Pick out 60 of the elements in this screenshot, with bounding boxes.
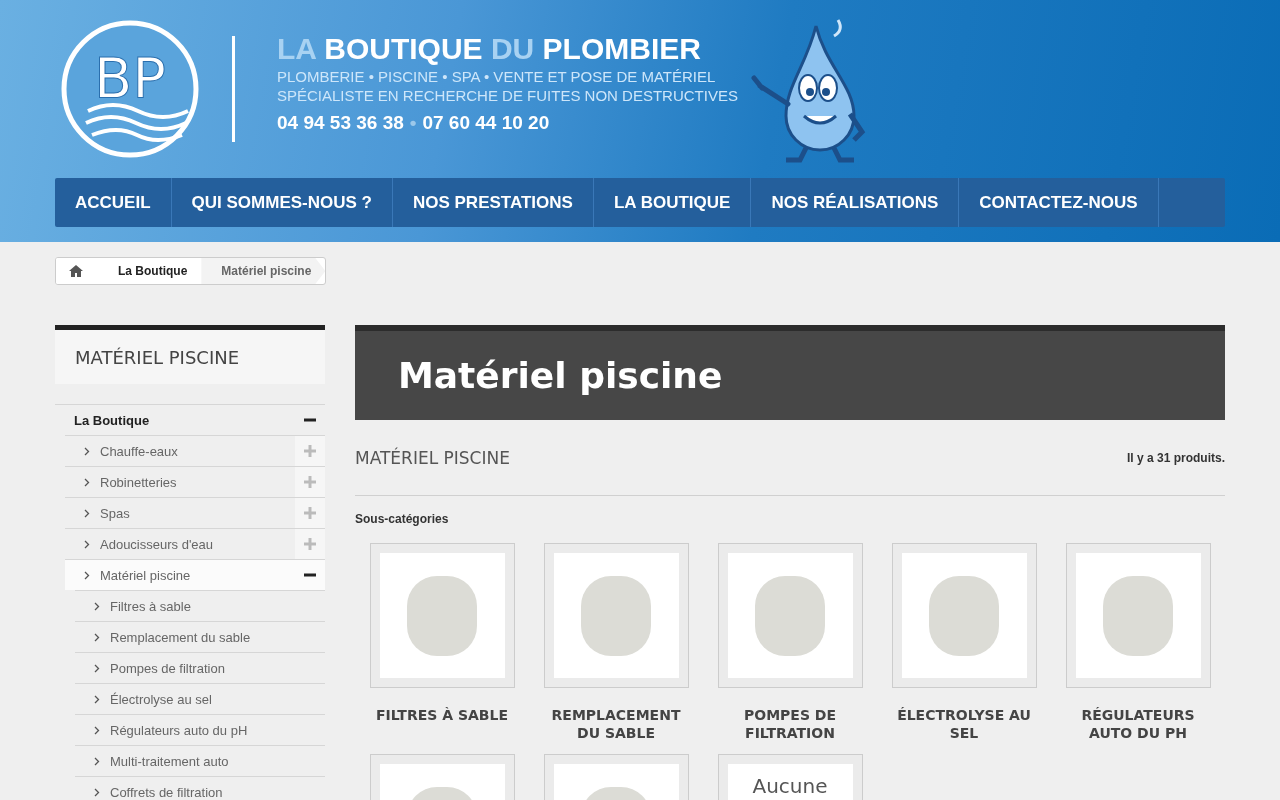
category-link[interactable]: Adoucisseurs d'eau bbox=[100, 536, 214, 552]
chevron-icon bbox=[94, 663, 100, 673]
chevron-icon bbox=[84, 446, 90, 456]
chevron-icon bbox=[84, 570, 90, 580]
chevron-icon bbox=[94, 756, 100, 766]
nav-link[interactable]: LA BOUTIQUE bbox=[593, 178, 752, 227]
placeholder-text: Aucune bbox=[752, 774, 828, 798]
subcategory-link[interactable]: REMPLACEMENT DU SABLE bbox=[546, 706, 686, 742]
chevron-icon bbox=[84, 508, 90, 518]
category-link[interactable]: Multi-traitement auto bbox=[110, 753, 229, 769]
subcategory-link[interactable]: POMPES DE FILTRATION bbox=[720, 706, 860, 742]
chevron-icon bbox=[84, 477, 90, 487]
category-link[interactable]: Matériel piscine bbox=[100, 567, 191, 583]
nav-link[interactable]: NOS PRESTATIONS bbox=[392, 178, 594, 227]
category-link[interactable]: Remplacement du sable bbox=[110, 629, 251, 645]
phone-number: 04 94 53 36 38 bbox=[277, 112, 404, 134]
product-photo-placeholder[interactable] bbox=[727, 553, 853, 678]
category-link[interactable]: Électrolyse au sel bbox=[110, 691, 212, 707]
expand-icon[interactable] bbox=[304, 476, 316, 488]
chevron-icon bbox=[94, 787, 100, 797]
product-photo-placeholder[interactable] bbox=[553, 553, 679, 678]
expand-icon[interactable] bbox=[304, 445, 316, 457]
site-title: LA BOUTIQUE DU PLOMBIER bbox=[277, 32, 702, 66]
category-link[interactable]: Spas bbox=[100, 505, 130, 521]
category-link[interactable]: Coffrets de filtration bbox=[110, 784, 223, 800]
separator-dot: • bbox=[409, 112, 417, 134]
tagline: PLOMBERIE • PISCINE • SPA • VENTE ET POSE DE MATÉRIEL bbox=[277, 68, 717, 85]
product-photo-placeholder[interactable] bbox=[1075, 553, 1201, 678]
nav-link[interactable]: NOS RÉALISATIONS bbox=[751, 178, 960, 227]
chevron-icon bbox=[94, 725, 100, 735]
sidebar-title: MATÉRIEL PISCINE bbox=[75, 347, 241, 368]
category-link[interactable]: Chauffe-eaux bbox=[100, 443, 178, 459]
phone-number: 07 60 44 10 20 bbox=[422, 112, 550, 134]
category-link[interactable]: Filtres à sable bbox=[110, 598, 191, 614]
tagline: SPÉCIALISTE EN RECHERCHE DE FUITES NON DESTRUCTIVES bbox=[277, 87, 738, 104]
breadcrumb-current: Matériel piscine bbox=[201, 258, 326, 284]
product-count: Il y a 31 produits. bbox=[1126, 450, 1225, 465]
category-link[interactable]: Robinetteries bbox=[100, 474, 177, 490]
chevron-icon bbox=[94, 632, 100, 642]
category-link[interactable]: Régulateurs auto du pH bbox=[110, 722, 248, 738]
chevron-icon bbox=[84, 539, 90, 549]
subcategory-link[interactable]: FILTRES À SABLE bbox=[372, 706, 512, 724]
expand-icon[interactable] bbox=[304, 538, 316, 550]
chevron-icon bbox=[94, 601, 100, 611]
expand-icon[interactable] bbox=[304, 507, 316, 519]
subcategory-link[interactable]: RÉGULATEURS AUTO DU PH bbox=[1068, 706, 1208, 742]
subcategories-label: Sous-catégories bbox=[355, 512, 450, 526]
category-heading: MATÉRIEL PISCINE bbox=[355, 447, 510, 468]
nav-link[interactable]: ACCUEIL bbox=[55, 178, 172, 227]
subcategory-link[interactable]: ÉLECTROLYSE AU SEL bbox=[894, 706, 1034, 742]
category-link[interactable]: Pompes de filtration bbox=[110, 660, 225, 676]
no-image-placeholder[interactable]: Aucune bbox=[727, 764, 853, 800]
nav-link[interactable]: CONTACTEZ-NOUS bbox=[959, 178, 1159, 227]
logo-icon: BP bbox=[60, 19, 200, 159]
category-title: Matériel piscine bbox=[398, 355, 723, 396]
product-photo-placeholder[interactable] bbox=[379, 553, 505, 678]
nav-link[interactable]: QUI SOMMES-NOUS ? bbox=[171, 178, 393, 227]
product-photo-placeholder[interactable] bbox=[901, 553, 1027, 678]
category-link[interactable]: La Boutique bbox=[74, 412, 150, 428]
chevron-icon bbox=[94, 694, 100, 704]
